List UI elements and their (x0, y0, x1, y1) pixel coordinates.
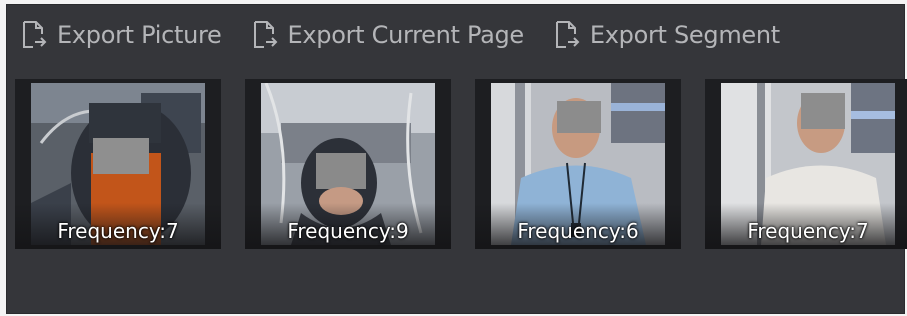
face-thumbnail[interactable]: Frequency:6 (475, 79, 681, 249)
export-current-page-button[interactable]: Export Current Page (252, 20, 524, 50)
export-toolbar: Export Picture Export Current Page Expor… (21, 17, 780, 53)
export-file-icon (554, 20, 580, 50)
export-picture-button[interactable]: Export Picture (21, 20, 222, 50)
frequency-label: Frequency:7 (57, 219, 179, 243)
search-results-panel: Export Picture Export Current Page Expor… (6, 4, 907, 314)
export-file-icon (21, 20, 47, 50)
export-segment-button[interactable]: Export Segment (554, 20, 780, 50)
face-thumbnail-list: Frequency:7 Frequency:9 Frequency:6 Freq… (15, 79, 907, 249)
frequency-label: Frequency:7 (747, 219, 869, 243)
export-picture-label: Export Picture (57, 21, 222, 49)
frequency-label: Frequency:9 (287, 219, 409, 243)
export-file-icon (252, 20, 278, 50)
export-segment-label: Export Segment (589, 21, 780, 49)
face-thumbnail[interactable]: Frequency:9 (245, 79, 451, 249)
export-current-page-label: Export Current Page (287, 21, 525, 49)
face-thumbnail[interactable]: Frequency:7 (15, 79, 221, 249)
face-thumbnail[interactable]: Frequency:7 (705, 79, 907, 249)
frequency-label: Frequency:6 (517, 219, 639, 243)
